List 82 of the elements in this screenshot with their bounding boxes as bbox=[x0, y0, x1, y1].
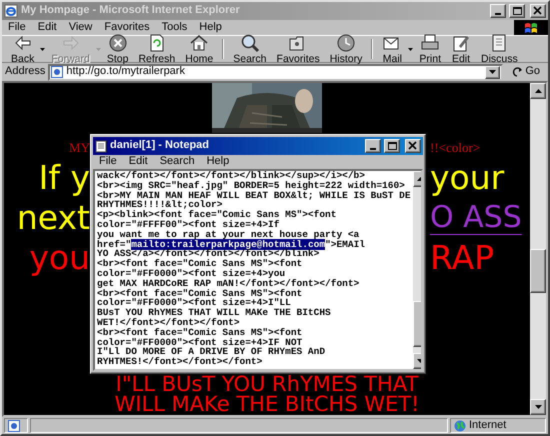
window-title: daniel[1] - Notepad bbox=[110, 139, 210, 153]
toolbar-button[interactable]: Back bbox=[6, 37, 40, 61]
code-line: RHYTHMES!!!!&lt;color> bbox=[97, 200, 222, 210]
link[interactable]: O ASS bbox=[428, 198, 522, 238]
close-icon bbox=[407, 141, 419, 151]
close-button[interactable] bbox=[530, 4, 546, 18]
code-line: <br><img SRC="heaf.jpg" BORDER=5 height=222 width=160> bbox=[97, 180, 406, 191]
page-icon bbox=[51, 66, 64, 78]
menu-item[interactable]: Edit bbox=[122, 155, 154, 169]
menu-item[interactable]: Favorites bbox=[98, 20, 156, 34]
toolbar-button[interactable]: Favorites bbox=[272, 37, 325, 61]
menu-item[interactable]: File bbox=[93, 155, 123, 169]
browser-icon bbox=[4, 4, 18, 18]
code-line: wack</font></font></font></blink></sup></i></b> bbox=[97, 171, 366, 181]
toolbar-button[interactable]: Refresh bbox=[133, 37, 180, 61]
maximize-icon bbox=[386, 141, 398, 151]
go-button[interactable]: Go bbox=[506, 64, 545, 80]
code-line: color="#FF0000"><font size=+4>I"LL bbox=[97, 298, 292, 308]
menu-item[interactable]: View bbox=[62, 20, 98, 34]
scrollbar-track[interactable] bbox=[530, 83, 546, 415]
scroll-down-icon[interactable] bbox=[534, 405, 542, 409]
code-line: <br><font face="Comic Sans MS"><font bbox=[97, 288, 304, 298]
window-title: My Hompage - Microsoft Internet Explorer bbox=[21, 4, 241, 18]
globe-icon bbox=[454, 420, 466, 432]
code-line: <p><blink><font face="Comic Sans MS"><font bbox=[97, 210, 338, 220]
code-line: get MAX HARDCoRE RAP mAN!</font></font></font> bbox=[97, 278, 360, 289]
code-line: <br><font face="Comic Sans MS"><font bbox=[97, 328, 304, 338]
page-text: I"LL BUsT YOU RhYMES THAT bbox=[116, 374, 420, 394]
dropdown-arrow-icon[interactable] bbox=[489, 70, 496, 74]
minimize-button[interactable] bbox=[365, 139, 381, 153]
search-icon bbox=[240, 32, 260, 53]
page-text: !!<color> bbox=[429, 140, 480, 156]
minimize-icon bbox=[370, 148, 376, 150]
close-icon bbox=[532, 6, 544, 16]
page-text: RAP bbox=[429, 238, 494, 278]
page-text: MY bbox=[69, 140, 90, 156]
maximize-button[interactable] bbox=[384, 139, 400, 153]
address-field[interactable]: http://go.to/mytrailerpark bbox=[48, 64, 504, 80]
scroll-thumb[interactable] bbox=[530, 249, 546, 293]
toolbar-button[interactable]: Mail bbox=[377, 37, 408, 61]
menu-item[interactable]: Tools bbox=[156, 20, 194, 34]
page-text: your bbox=[429, 158, 504, 198]
code-line: color="#FF0000"><font size=+4>you bbox=[97, 268, 286, 279]
menu-item[interactable]: Edit bbox=[32, 20, 63, 34]
code-line: href="mailto:trailerparkpage@hotmail.com">EMAIl bbox=[97, 240, 366, 250]
logo-icon bbox=[514, 20, 548, 35]
page-text: next bbox=[16, 198, 90, 238]
menu-item[interactable]: Search bbox=[154, 155, 201, 169]
code-line: WET!</font></font></font> bbox=[97, 318, 241, 328]
caret-icon[interactable] bbox=[40, 48, 46, 50]
code-line: color="#FF0000"><font size=+4>IF NOT bbox=[97, 338, 304, 348]
code-line: color="#FFFF00"><font size=+4>If bbox=[97, 220, 280, 230]
page-text: WILL MAKe THE BItCHS WET! bbox=[114, 394, 420, 414]
address-label: Address bbox=[5, 65, 46, 79]
code-line: <br><font face="Comic Sans MS"><font bbox=[97, 259, 304, 269]
toolbar-button[interactable]: Print bbox=[414, 37, 446, 61]
minimize-icon bbox=[495, 13, 501, 15]
close-button[interactable] bbox=[405, 139, 421, 153]
minimize-button[interactable] bbox=[490, 4, 506, 18]
toolbar-button[interactable]: Discuss bbox=[476, 37, 523, 61]
code-line: you want me to rap at your next house party <a bbox=[97, 230, 360, 240]
notepad-icon bbox=[95, 140, 107, 152]
toolbar-button[interactable]: Home bbox=[180, 37, 218, 61]
menu-item[interactable]: Help bbox=[193, 20, 228, 34]
page-icon bbox=[8, 420, 20, 432]
page-text: you bbox=[29, 238, 90, 278]
menu-item[interactable]: File bbox=[2, 20, 32, 34]
toolbar-button[interactable]: Search bbox=[228, 37, 272, 61]
maximize-button[interactable] bbox=[509, 4, 525, 18]
toolbar-button[interactable]: Edit bbox=[446, 37, 476, 61]
code-line: <br>MY MAIN MAN HEAF WILL BEAT BOX&lt; WHILE IS BuST DE bbox=[97, 190, 411, 200]
menu-item[interactable]: Help bbox=[200, 155, 236, 169]
caret-icon[interactable] bbox=[408, 48, 414, 50]
status-zone: Internet bbox=[469, 418, 506, 432]
code-line: I"Ll DO MORE OF A DRIVE BY OF RHYmES AnD bbox=[97, 347, 326, 358]
code-line: RYHTMES!</font></font></font> bbox=[97, 357, 264, 367]
maximize-icon bbox=[511, 6, 523, 16]
arrow-icon bbox=[511, 66, 524, 78]
scroll-up-icon[interactable] bbox=[534, 89, 542, 93]
page-text: If y bbox=[38, 158, 90, 198]
code-line: YO ASS</a></font></font></font></blink> bbox=[97, 249, 320, 260]
code-line: BUsT YOU RhYMES THAT WILL MAKe THE BItCHS bbox=[97, 308, 332, 318]
